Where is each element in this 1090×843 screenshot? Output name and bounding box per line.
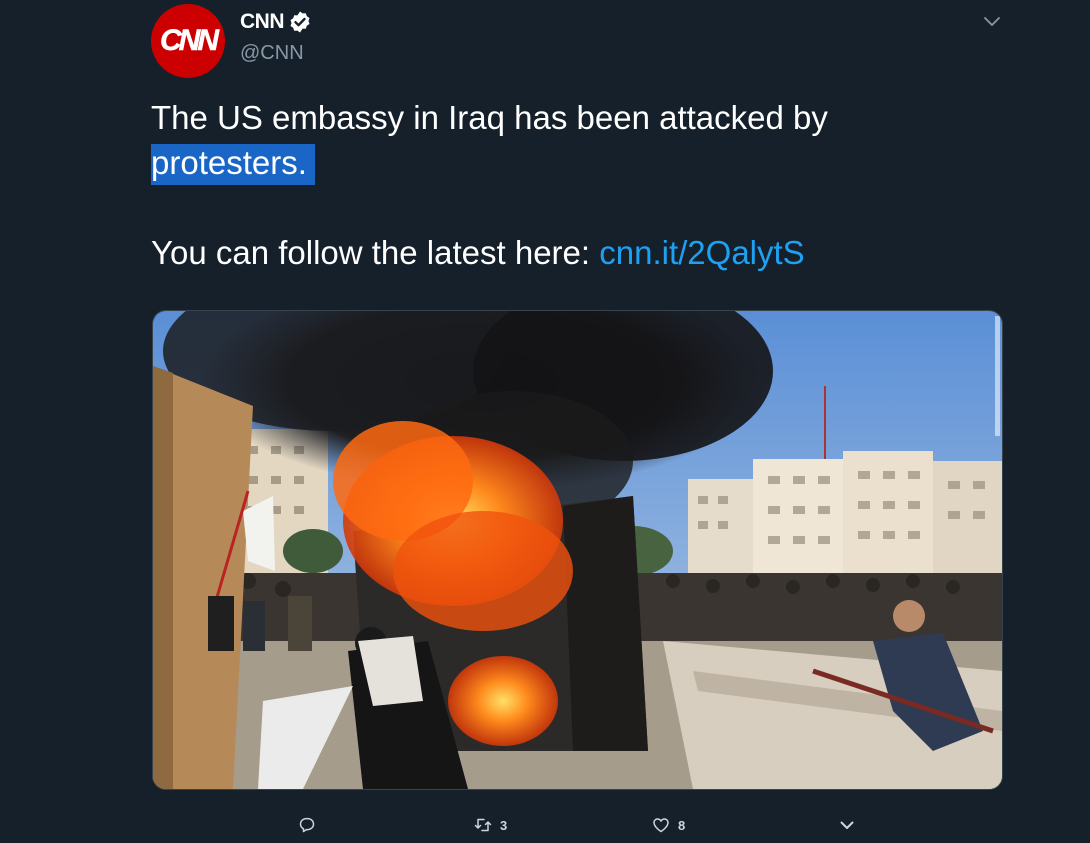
- like-count: 8: [678, 817, 686, 833]
- retweet-button[interactable]: 3: [474, 816, 507, 834]
- tweet-photo[interactable]: [152, 310, 1003, 790]
- tweet: CNN CNN @CNN The US embassy in Iraq has …: [0, 0, 1090, 843]
- reply-icon: [299, 817, 315, 833]
- like-button[interactable]: 8: [652, 816, 685, 834]
- share-button[interactable]: [838, 816, 856, 834]
- tweet-actions: 3 8: [0, 800, 1090, 843]
- avatar-logo-text: CNN: [160, 24, 220, 58]
- selected-text: protesters.: [151, 144, 315, 185]
- tweet-line-3: You can follow the latest here: cnn.it/2…: [151, 230, 971, 275]
- like-icon: [653, 818, 669, 833]
- author-name-row[interactable]: CNN: [240, 10, 312, 34]
- follow-text: You can follow the latest here:: [151, 234, 600, 271]
- tweet-link[interactable]: cnn.it/2QalytS: [599, 234, 804, 271]
- avatar[interactable]: CNN: [151, 4, 225, 78]
- chevron-down-icon[interactable]: [982, 12, 1002, 32]
- share-chevron-icon: [840, 821, 854, 829]
- retweet-icon: [474, 818, 492, 832]
- verified-badge-icon: [288, 10, 312, 34]
- handle[interactable]: @CNN: [240, 42, 304, 65]
- reply-button[interactable]: [298, 816, 324, 834]
- retweet-count: 3: [500, 817, 508, 833]
- display-name[interactable]: CNN: [240, 10, 285, 34]
- tweet-line-1: The US embassy in Iraq has been attacked…: [151, 99, 828, 136]
- tweet-text: The US embassy in Iraq has been attacked…: [151, 95, 971, 275]
